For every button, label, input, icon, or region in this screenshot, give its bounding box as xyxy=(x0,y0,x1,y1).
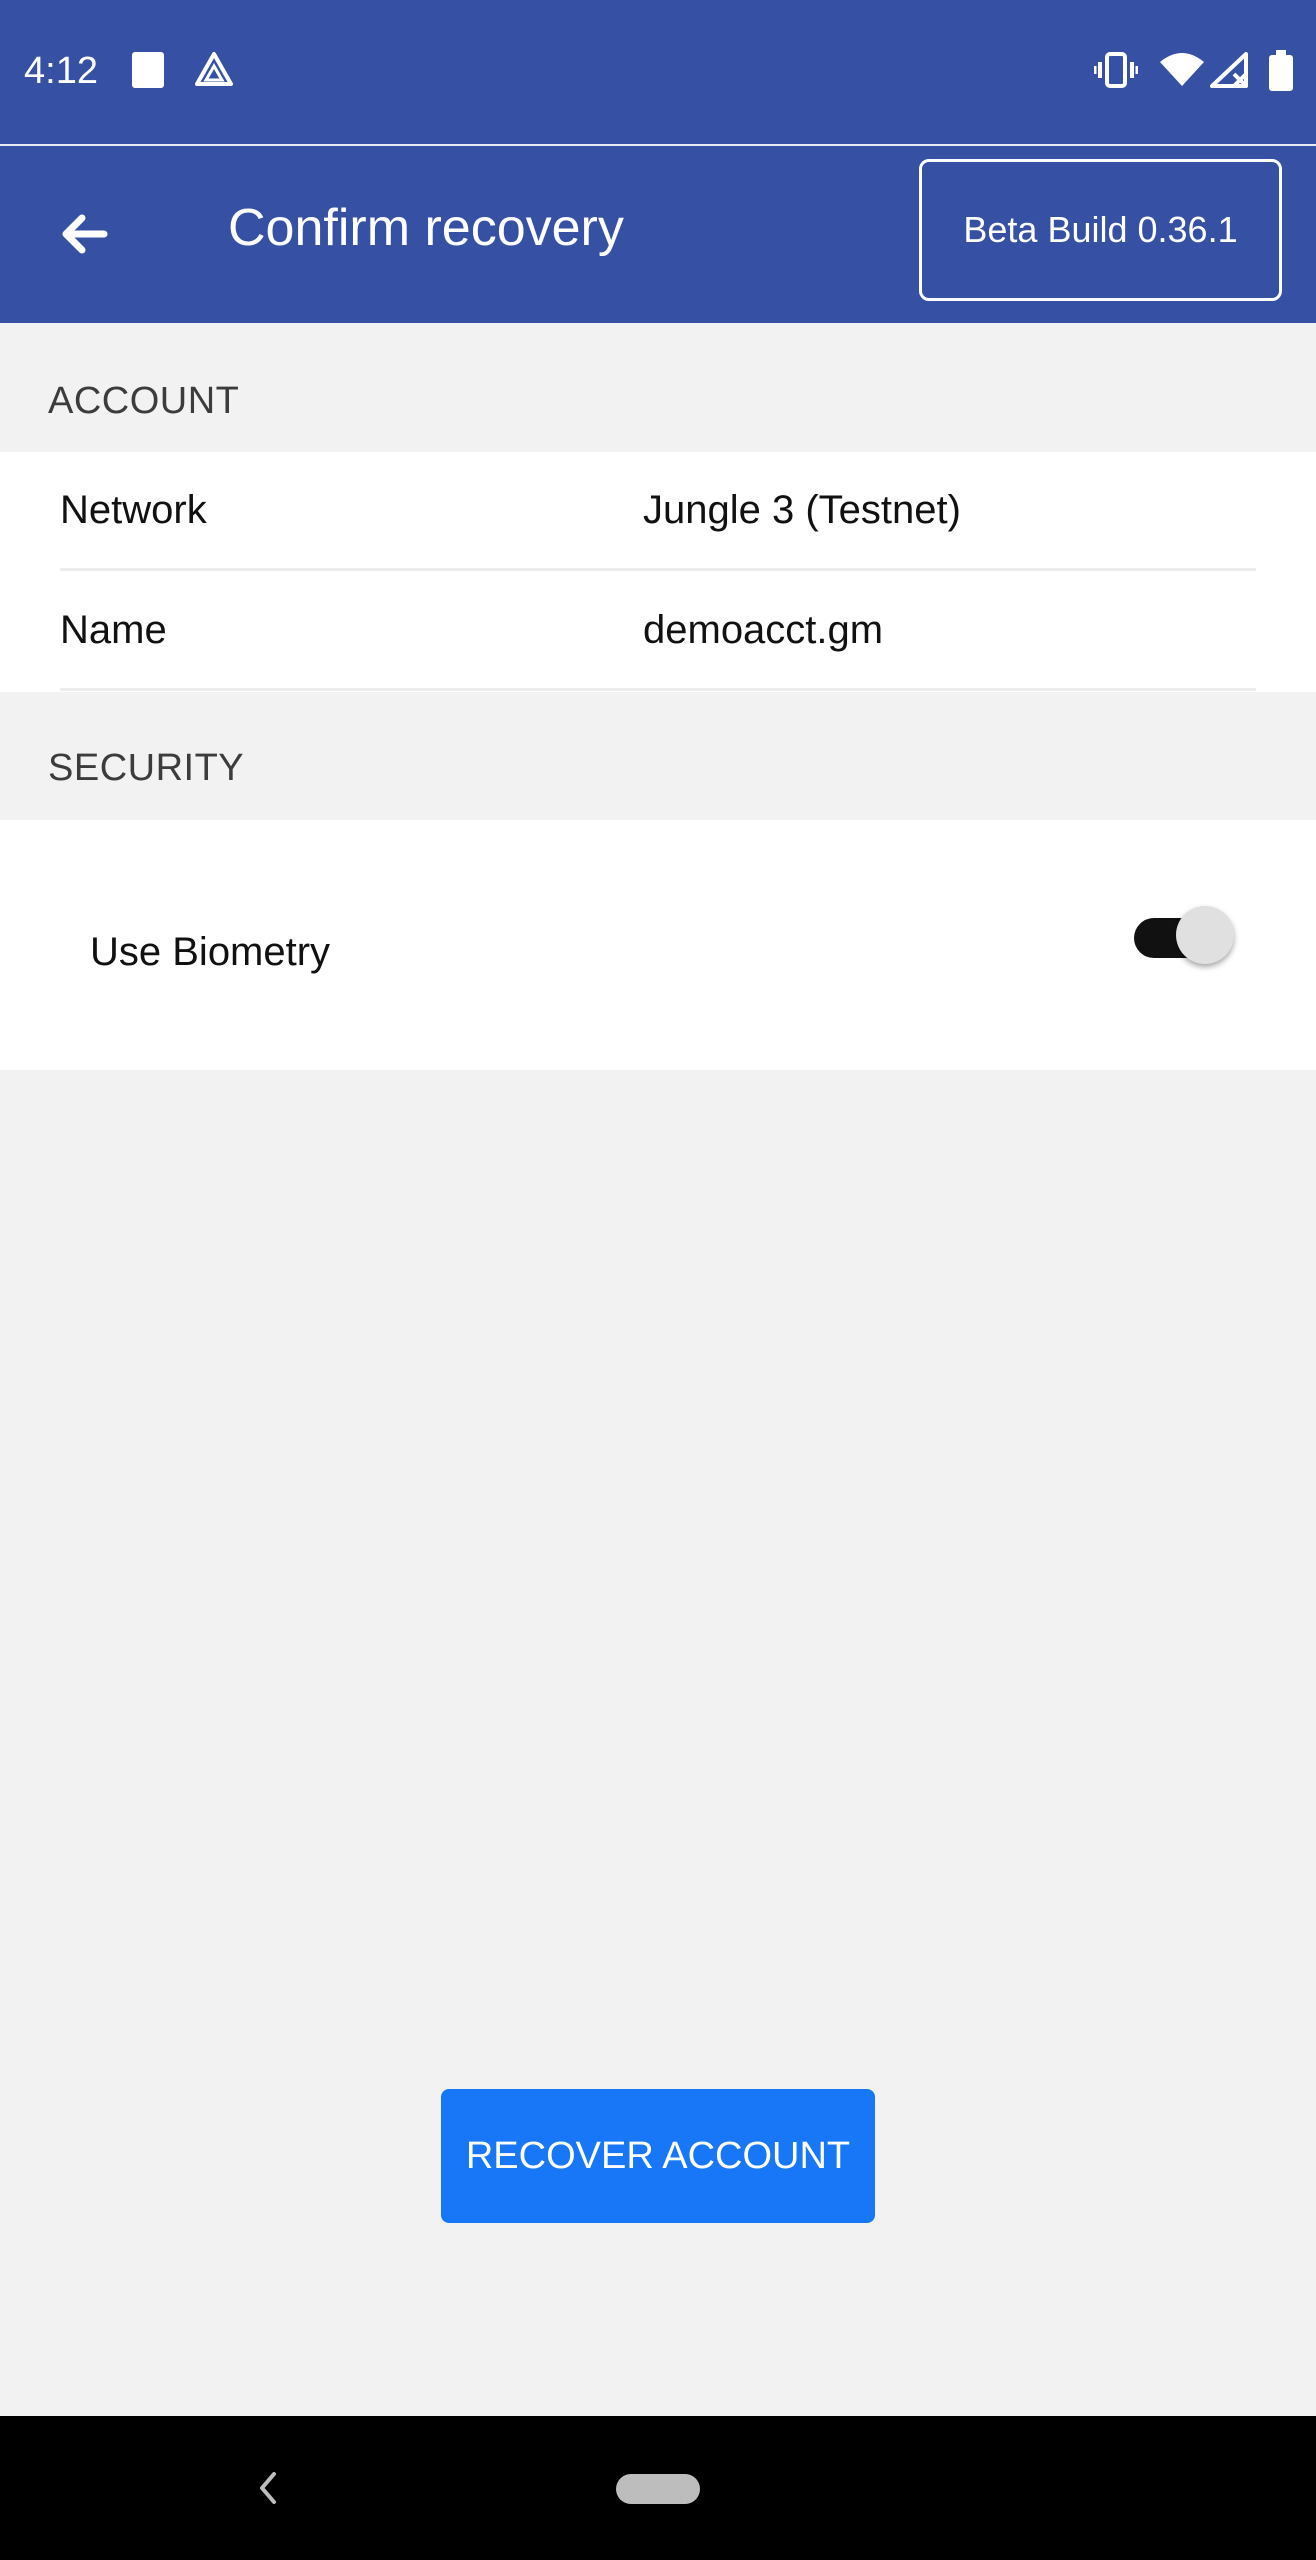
account-panel: Network Jungle 3 (Testnet) Name demoacct… xyxy=(0,452,1316,692)
back-button[interactable] xyxy=(44,203,124,269)
system-nav-bar xyxy=(0,2416,1316,2560)
row-divider xyxy=(60,688,1256,691)
security-section-header: SECURITY xyxy=(48,747,245,789)
name-value: demoacct.gm xyxy=(643,608,884,652)
recover-account-button[interactable]: RECOVER ACCOUNT xyxy=(441,2089,875,2223)
status-bar: 4:12 xyxy=(0,0,1316,144)
status-time: 4:12 xyxy=(24,50,98,92)
security-panel: Use Biometry xyxy=(0,820,1316,1070)
name-label: Name xyxy=(60,608,167,652)
arrow-left-icon xyxy=(60,213,108,260)
network-label: Network xyxy=(60,488,207,532)
app-bar: Confirm recovery Beta Build 0.36.1 xyxy=(0,146,1316,323)
wifi-icon xyxy=(1158,50,1206,90)
drive-icon xyxy=(194,50,234,90)
network-value: Jungle 3 (Testnet) xyxy=(643,488,961,532)
account-section-header: ACCOUNT xyxy=(48,380,240,422)
nav-back-icon[interactable] xyxy=(248,2466,288,2510)
vibrate-icon xyxy=(1093,50,1139,90)
battery-icon xyxy=(1268,50,1294,91)
biometry-toggle[interactable] xyxy=(1134,906,1234,968)
page-title: Confirm recovery xyxy=(228,199,624,257)
square-notification-icon xyxy=(130,50,170,90)
use-biometry-label: Use Biometry xyxy=(90,930,331,974)
toggle-thumb xyxy=(1176,906,1234,964)
beta-build-badge[interactable]: Beta Build 0.36.1 xyxy=(919,159,1282,301)
nav-home-pill[interactable] xyxy=(616,2474,700,2504)
row-divider xyxy=(60,568,1256,571)
signal-off-icon xyxy=(1208,50,1252,90)
